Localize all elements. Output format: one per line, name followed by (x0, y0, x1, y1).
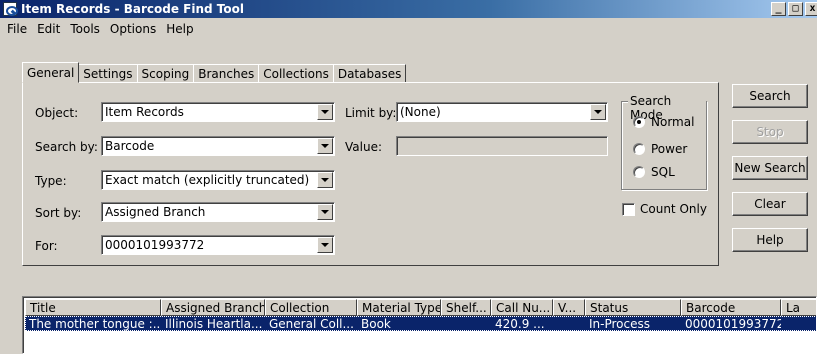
radio-unselected-icon (633, 166, 645, 178)
menu-tools[interactable]: Tools (65, 22, 105, 36)
chevron-down-icon[interactable] (317, 204, 333, 220)
column-collection[interactable]: Collection (265, 299, 357, 316)
limit-by-select[interactable]: (None) (396, 102, 608, 122)
cell-call-number: 420.9 ... (495, 316, 545, 331)
radio-normal[interactable]: Normal (633, 115, 694, 129)
column-barcode[interactable]: Barcode (681, 299, 781, 316)
cell-collection: General Coll... (269, 316, 354, 331)
object-label: Object: (35, 106, 79, 120)
radio-unselected-icon (633, 143, 645, 155)
cell-assigned-branch: Illinois Heartla... (165, 316, 263, 331)
chevron-down-icon[interactable] (317, 172, 333, 188)
sort-by-select[interactable]: Assigned Branch (101, 202, 335, 222)
sort-by-value: Assigned Branch (105, 205, 206, 219)
minimize-button[interactable]: _ (771, 2, 786, 16)
radio-normal-label: Normal (651, 115, 695, 129)
tab-strip: General Settings Scoping Branches Collec… (22, 62, 407, 83)
radio-sql[interactable]: SQL (633, 165, 675, 179)
chevron-down-icon[interactable] (590, 104, 606, 120)
checkbox-box (622, 202, 635, 216)
count-only-label: Count Only (640, 202, 707, 216)
tab-scoping[interactable]: Scoping (136, 64, 195, 83)
cell-title: The mother tongue :... (29, 316, 161, 331)
type-label: Type: (35, 174, 67, 188)
tab-collections[interactable]: Collections (258, 64, 334, 83)
for-select[interactable]: 0000101993772 (101, 235, 335, 255)
radio-power-label: Power (651, 142, 688, 156)
stop-button[interactable]: Stop (732, 120, 808, 144)
menu-edit[interactable]: Edit (32, 22, 65, 36)
object-value: Item Records (105, 105, 184, 119)
radio-selected-icon (633, 116, 645, 128)
column-shelf[interactable]: Shelf... (441, 299, 491, 316)
limit-by-value: (None) (400, 105, 441, 119)
maximize-button[interactable]: □ (788, 2, 803, 16)
column-v[interactable]: V... (553, 299, 585, 316)
column-la[interactable]: La (781, 299, 816, 316)
tab-branches[interactable]: Branches (193, 64, 260, 83)
chevron-down-icon[interactable] (317, 138, 333, 154)
close-button[interactable]: x (805, 2, 817, 16)
cell-v (553, 316, 585, 331)
object-select[interactable]: Item Records (101, 102, 335, 122)
tab-general[interactable]: General (22, 62, 80, 83)
search-by-value: Barcode (105, 139, 155, 153)
new-search-button[interactable]: New Search (732, 156, 808, 180)
radio-sql-label: SQL (651, 165, 675, 179)
tab-settings[interactable]: Settings (78, 64, 138, 83)
clear-button[interactable]: Clear (732, 192, 808, 216)
menu-help[interactable]: Help (161, 22, 198, 36)
cell-material-type: Book (361, 316, 391, 331)
value-label: Value: (345, 140, 382, 154)
menu-bar: File Edit Tools Options Help (0, 19, 817, 38)
column-assigned-branch[interactable]: Assigned Branch (161, 299, 265, 316)
menu-file[interactable]: File (2, 22, 32, 36)
search-button[interactable]: Search (732, 84, 808, 108)
results-grid[interactable]: Title Assigned Branch Collection Materia… (22, 296, 817, 354)
window-controls: _ □ x (771, 2, 817, 16)
chevron-down-icon[interactable] (317, 237, 333, 253)
app-window: Item Records - Barcode Find Tool _ □ x F… (0, 0, 817, 354)
column-call-number[interactable]: Call Nu... (491, 299, 553, 316)
help-button[interactable]: Help (732, 228, 808, 252)
chevron-down-icon[interactable] (317, 104, 333, 120)
value-field[interactable] (396, 136, 608, 156)
menu-options[interactable]: Options (105, 22, 161, 36)
type-value: Exact match (explicitly truncated) (105, 173, 310, 187)
type-select[interactable]: Exact match (explicitly truncated) (101, 170, 335, 190)
cell-la (781, 316, 816, 331)
search-by-label: Search by: (35, 140, 98, 154)
limit-by-label: Limit by: (345, 106, 397, 120)
tab-databases[interactable]: Databases (332, 64, 407, 83)
results-header: Title Assigned Branch Collection Materia… (25, 299, 816, 316)
column-status[interactable]: Status (585, 299, 681, 316)
table-row[interactable]: The mother tongue :... Illinois Heartla.… (25, 316, 816, 331)
column-title[interactable]: Title (25, 299, 161, 316)
count-only-checkbox[interactable]: Count Only (622, 202, 707, 216)
for-value: 0000101993772 (105, 238, 205, 252)
column-material-type[interactable]: Material Type (357, 299, 441, 316)
sort-by-label: Sort by: (35, 206, 82, 220)
radio-power[interactable]: Power (633, 142, 687, 156)
window-title: Item Records - Barcode Find Tool (21, 2, 244, 16)
cell-shelf (441, 316, 491, 331)
title-bar[interactable]: Item Records - Barcode Find Tool _ □ x (0, 0, 817, 18)
app-search-icon (3, 2, 18, 16)
cell-status: In-Process (589, 316, 650, 331)
for-label: For: (35, 239, 58, 253)
cell-barcode: 0000101993772 (685, 316, 781, 331)
search-by-select[interactable]: Barcode (101, 136, 335, 156)
